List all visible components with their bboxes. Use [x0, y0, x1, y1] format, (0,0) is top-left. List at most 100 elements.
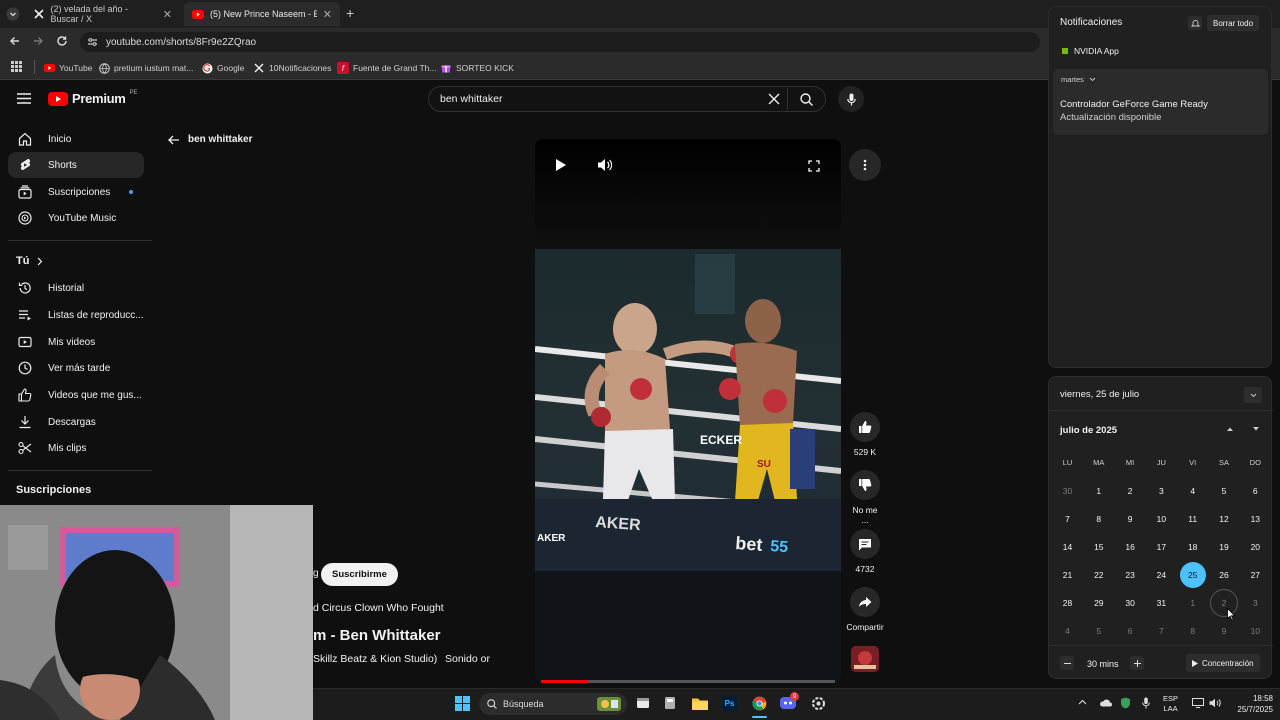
next-month-icon[interactable] [1252, 426, 1260, 432]
calendar-day[interactable]: 16 [1117, 534, 1143, 560]
menu-hamburger-icon[interactable] [17, 93, 31, 104]
you-section-header[interactable]: Tú [16, 255, 43, 267]
bookmark-youtube[interactable]: YouTube [43, 60, 92, 76]
calendar-day[interactable]: 10 [1148, 506, 1174, 532]
sidebar-item-videos-que-me-gustan[interactable]: Videos que me gus... [8, 382, 144, 408]
calendar-day[interactable]: 17 [1148, 534, 1174, 560]
decrease-focus-button[interactable] [1060, 656, 1074, 670]
calendar-day[interactable]: 12 [1211, 506, 1237, 532]
task-view-icon[interactable] [636, 696, 650, 710]
calendar-day[interactable]: 18 [1180, 534, 1206, 560]
video-progress-bar[interactable] [541, 680, 835, 683]
collapse-calendar-button[interactable] [1244, 387, 1262, 403]
reload-icon[interactable] [56, 35, 68, 47]
display-icon[interactable] [1192, 698, 1204, 708]
calendar-day[interactable]: 23 [1117, 562, 1143, 588]
calendar-day[interactable]: 13 [1242, 506, 1268, 532]
calendar-day[interactable]: 31 [1148, 590, 1174, 616]
sidebar-item-inicio[interactable]: Inicio [8, 126, 144, 152]
chrome-icon[interactable] [752, 696, 767, 711]
clear-search-icon[interactable] [768, 93, 780, 105]
focus-start-button[interactable]: Concentración [1186, 654, 1260, 672]
app-settings-icon[interactable] [811, 696, 826, 711]
calendar-day[interactable]: 11 [1180, 506, 1206, 532]
sidebar-item-youtube-music[interactable]: YouTube Music [8, 205, 144, 231]
taskbar-search-box[interactable]: Búsqueda [479, 693, 627, 715]
bookmark-sorteo-kick[interactable]: SORTEO KICK [440, 60, 514, 76]
bookmark-fuente[interactable]: f Fuente de Grand Th... [337, 60, 436, 76]
calendar-day[interactable]: 2 [1117, 478, 1143, 504]
site-info-icon[interactable] [87, 37, 98, 47]
short-video-player[interactable]: AKER bet 55 ECKER SU AKER [535, 139, 841, 684]
apps-grid-icon[interactable] [11, 61, 22, 72]
calendar-day[interactable]: 26 [1211, 562, 1237, 588]
calendar-day[interactable]: 20 [1242, 534, 1268, 560]
youtube-premium-logo[interactable]: Premium PE [48, 90, 138, 106]
increase-focus-button[interactable] [1130, 656, 1144, 670]
search-input[interactable]: ben whittaker [428, 86, 826, 112]
sidebar-item-listas[interactable]: Listas de reproducc... [8, 302, 144, 328]
sidebar-item-ver-mas-tarde[interactable]: Ver más tarde [8, 355, 144, 381]
search-icon[interactable] [800, 93, 813, 106]
calendar-day[interactable]: 10 [1242, 618, 1268, 644]
tab-search-icon[interactable] [6, 7, 20, 21]
calendar-day[interactable]: 14 [1055, 534, 1081, 560]
calendar-day[interactable]: 4 [1055, 618, 1081, 644]
comments-button[interactable]: 4732 [848, 529, 882, 574]
calendar-day[interactable]: 5 [1211, 478, 1237, 504]
calendar-day[interactable]: 6 [1117, 618, 1143, 644]
calendar-day[interactable]: 1 [1086, 478, 1112, 504]
speaker-volume-icon[interactable] [1209, 698, 1221, 708]
calendar-day[interactable]: 28 [1055, 590, 1081, 616]
address-bar[interactable]: youtube.com/shorts/8Fr9e2ZQrao [80, 32, 1040, 52]
bookmark-x-notifications[interactable]: 10Notificaciones [253, 60, 331, 76]
do-not-disturb-button[interactable] [1188, 16, 1202, 30]
input-language-indicator[interactable]: ESP LAA [1163, 694, 1178, 714]
calendar-day[interactable]: 30 [1117, 590, 1143, 616]
sidebar-item-suscripciones[interactable]: Suscripciones [8, 179, 144, 205]
previous-month-icon[interactable] [1226, 426, 1234, 432]
dislike-button[interactable]: No me ... [848, 470, 882, 525]
notification-day[interactable]: martes [1061, 75, 1096, 84]
subscribe-button[interactable]: Suscribirme [321, 563, 398, 586]
file-explorer-icon[interactable] [692, 697, 708, 710]
original-sound-link[interactable]: Sonido or [445, 653, 490, 665]
sidebar-item-descargas[interactable]: Descargas [8, 409, 144, 435]
notification-card[interactable]: martes Controlador GeForce Game Ready Ac… [1053, 69, 1268, 135]
sidebar-item-historial[interactable]: Historial [8, 275, 144, 301]
calendar-day[interactable]: 22 [1086, 562, 1112, 588]
back-arrow-icon[interactable] [9, 35, 21, 47]
windows-start-icon[interactable] [455, 696, 470, 711]
calendar-day[interactable]: 27 [1242, 562, 1268, 588]
close-icon[interactable]: ✕ [163, 8, 172, 21]
calendar-day[interactable]: 24 [1148, 562, 1174, 588]
clear-all-button[interactable]: Borrar todo [1207, 15, 1260, 31]
like-button[interactable]: 529 K [848, 412, 882, 457]
calendar-day[interactable]: 3 [1242, 590, 1268, 616]
sound-thumbnail[interactable] [851, 646, 879, 672]
bookmark-pretium[interactable]: pretium iustum mat... [98, 60, 193, 76]
tab-youtube-short[interactable]: (5) New Prince Naseem - Ben W ✕ [184, 2, 340, 26]
calendar-day[interactable]: 3 [1148, 478, 1174, 504]
calendar-day[interactable]: 9 [1211, 618, 1237, 644]
calendar-day[interactable]: 4 [1180, 478, 1206, 504]
microphone-icon[interactable] [1142, 697, 1150, 709]
calendar-day[interactable]: 6 [1242, 478, 1268, 504]
new-tab-button[interactable]: + [346, 5, 354, 21]
calendar-day[interactable]: 8 [1180, 618, 1206, 644]
back-to-search[interactable]: ben whittaker [168, 134, 252, 145]
bookmark-google[interactable]: Google [201, 60, 244, 76]
taskbar-clock[interactable]: 18:58 25/7/2025 [1229, 693, 1273, 715]
fullscreen-icon[interactable] [808, 160, 820, 172]
sidebar-item-mis-videos[interactable]: Mis videos [8, 329, 144, 355]
voice-search-button[interactable] [838, 86, 864, 112]
onedrive-cloud-icon[interactable] [1099, 698, 1112, 707]
calendar-day[interactable]: 21 [1055, 562, 1081, 588]
calendar-day[interactable]: 5 [1086, 618, 1112, 644]
show-hidden-icons-chevron-icon[interactable] [1078, 699, 1087, 705]
calendar-day[interactable]: 29 [1086, 590, 1112, 616]
tab-x-search[interactable]: (2) velada del año - Buscar / X ✕ [26, 2, 180, 26]
calendar-day[interactable]: 1 [1180, 590, 1206, 616]
calendar-day[interactable]: 9 [1117, 506, 1143, 532]
calendar-day[interactable]: 7 [1148, 618, 1174, 644]
